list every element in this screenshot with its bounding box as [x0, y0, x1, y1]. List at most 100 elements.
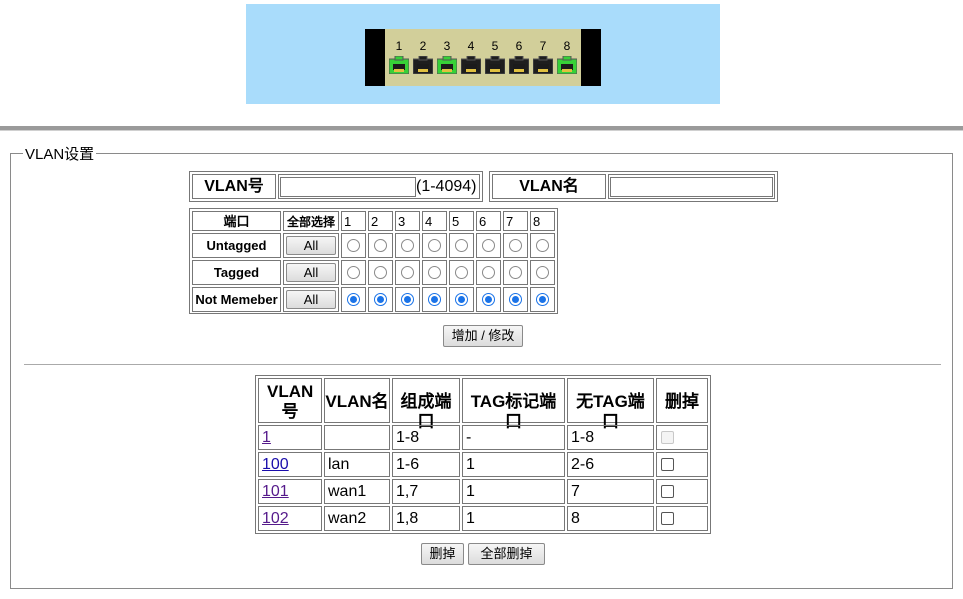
row-label-not-memeber: Not Memeber — [192, 287, 281, 312]
port-cell — [395, 233, 420, 258]
tagged-port-4-radio[interactable] — [428, 266, 441, 279]
port-cell — [368, 287, 393, 312]
tagged-port-8-radio[interactable] — [536, 266, 549, 279]
cell-untagged-text: 8 — [571, 510, 580, 527]
port-number-header: 4 — [422, 211, 447, 231]
switch-port-4: 4 — [459, 29, 483, 86]
vlan-id-cell: (1-4094) — [278, 174, 480, 199]
cell-untagged: 8 — [567, 506, 654, 531]
switch-port-5: 5 — [483, 29, 507, 86]
port-number-label: 3 — [443, 39, 451, 53]
cell-untagged: 2-6 — [567, 452, 654, 477]
switch-port-3: 3 — [435, 29, 459, 86]
port-number-header: 5 — [449, 211, 474, 231]
delete-button[interactable]: 删掉 — [421, 543, 464, 565]
switch-port-7: 7 — [531, 29, 555, 86]
tagged-port-1-radio[interactable] — [347, 266, 360, 279]
cell-tagged: - — [462, 425, 565, 450]
cell-delete — [656, 452, 708, 477]
col-vlan-name-header: VLAN名 — [324, 378, 390, 423]
vlan-id-link[interactable]: 1 — [262, 429, 271, 446]
untagged-port-2-radio[interactable] — [374, 239, 387, 252]
port-cell — [368, 260, 393, 285]
vlan-id-group: VLAN号 (1-4094) — [189, 171, 483, 202]
vlan-list-table: VLAN号 VLAN名 组成端口 TAG标记端口 无TAG端口 删掉 1 1-8 - 1-8 100… — [255, 375, 711, 534]
col-tagged-header: TAG标记端口 — [462, 378, 565, 431]
untagged-port-8-radio[interactable] — [536, 239, 549, 252]
cell-members: 1-6 — [392, 452, 460, 477]
tagged-port-7-radio[interactable] — [509, 266, 522, 279]
port-cell — [503, 287, 528, 312]
port-cell — [341, 287, 366, 312]
port-membership-table: 端口 全部选择 1 2 3 4 5 6 7 8 Untagged All Tagged All Not … — [189, 208, 558, 314]
port-number-label: 6 — [515, 39, 523, 53]
port-number-header: 6 — [476, 211, 501, 231]
port-cell — [476, 233, 501, 258]
cell-tagged: 1 — [462, 506, 565, 531]
port-number-header: 1 — [341, 211, 366, 231]
untagged-port-4-radio[interactable] — [428, 239, 441, 252]
port-cell — [449, 260, 474, 285]
section-divider — [24, 364, 941, 365]
tagged-port-5-radio[interactable] — [455, 266, 468, 279]
port-cell — [341, 233, 366, 258]
select-all-untagged-button[interactable]: All — [286, 236, 336, 255]
port-number-label: 2 — [419, 39, 427, 53]
port-cell — [449, 287, 474, 312]
col-delete-header: 删掉 — [656, 378, 708, 423]
cell-delete — [656, 425, 708, 450]
port-cell — [530, 233, 555, 258]
cell-untagged: 7 — [567, 479, 654, 504]
port-cell — [530, 260, 555, 285]
port-number-header: 8 — [530, 211, 555, 231]
vlan-name-input[interactable] — [610, 177, 773, 197]
switch-port-2: 2 — [411, 29, 435, 86]
vlan-name-cell — [608, 174, 775, 199]
delete-checkbox[interactable] — [661, 458, 674, 471]
ethernet-port-icon — [556, 55, 578, 75]
port-number-header: 7 — [503, 211, 528, 231]
header-divider — [0, 126, 963, 131]
not-memeber-port-5-radio[interactable] — [455, 293, 468, 306]
untagged-port-3-radio[interactable] — [401, 239, 414, 252]
not-memeber-port-4-radio[interactable] — [428, 293, 441, 306]
cell-tagged-text: 1 — [466, 456, 475, 473]
untagged-port-1-radio[interactable] — [347, 239, 360, 252]
tagged-port-3-radio[interactable] — [401, 266, 414, 279]
cell-untagged-text: 1-8 — [571, 429, 595, 446]
port-cell — [422, 260, 447, 285]
delete-checkbox[interactable] — [661, 512, 674, 525]
cell-untagged-text: 7 — [571, 483, 580, 500]
cell-delete — [656, 506, 708, 531]
vlan-id-link[interactable]: 100 — [262, 456, 289, 473]
select-all-not-memeber-button[interactable]: All — [286, 290, 336, 309]
not-memeber-port-1-radio[interactable] — [347, 293, 360, 306]
vlan-id-link[interactable]: 101 — [262, 483, 289, 500]
switch-diagram: 1 2 3 4 5 6 7 8 — [246, 4, 720, 104]
untagged-port-7-radio[interactable] — [509, 239, 522, 252]
not-memeber-port-2-radio[interactable] — [374, 293, 387, 306]
untagged-port-6-radio[interactable] — [482, 239, 495, 252]
vlan-id-link[interactable]: 102 — [262, 510, 289, 527]
cell-tagged-text: 1 — [466, 483, 475, 500]
delete-all-button[interactable]: 全部删掉 — [468, 543, 545, 565]
not-memeber-port-8-radio[interactable] — [536, 293, 549, 306]
add-modify-button[interactable]: 增加 / 修改 — [443, 325, 523, 347]
cell-tagged: 1 — [462, 452, 565, 477]
tagged-port-6-radio[interactable] — [482, 266, 495, 279]
port-cell — [395, 260, 420, 285]
delete-checkbox[interactable] — [661, 485, 674, 498]
tagged-port-2-radio[interactable] — [374, 266, 387, 279]
untagged-port-5-radio[interactable] — [455, 239, 468, 252]
cell-untagged-text: 2-6 — [571, 456, 595, 473]
delete-checkbox — [661, 431, 674, 444]
vlan-id-input[interactable] — [280, 177, 416, 197]
not-memeber-port-3-radio[interactable] — [401, 293, 414, 306]
cell-tagged-text: 1 — [466, 510, 475, 527]
not-memeber-port-6-radio[interactable] — [482, 293, 495, 306]
vlan-name-label: VLAN名 — [492, 174, 606, 199]
select-all-tagged-button[interactable]: All — [286, 263, 336, 282]
not-memeber-port-7-radio[interactable] — [509, 293, 522, 306]
ethernet-port-icon — [532, 55, 554, 75]
cell-id: 102 — [258, 506, 322, 531]
